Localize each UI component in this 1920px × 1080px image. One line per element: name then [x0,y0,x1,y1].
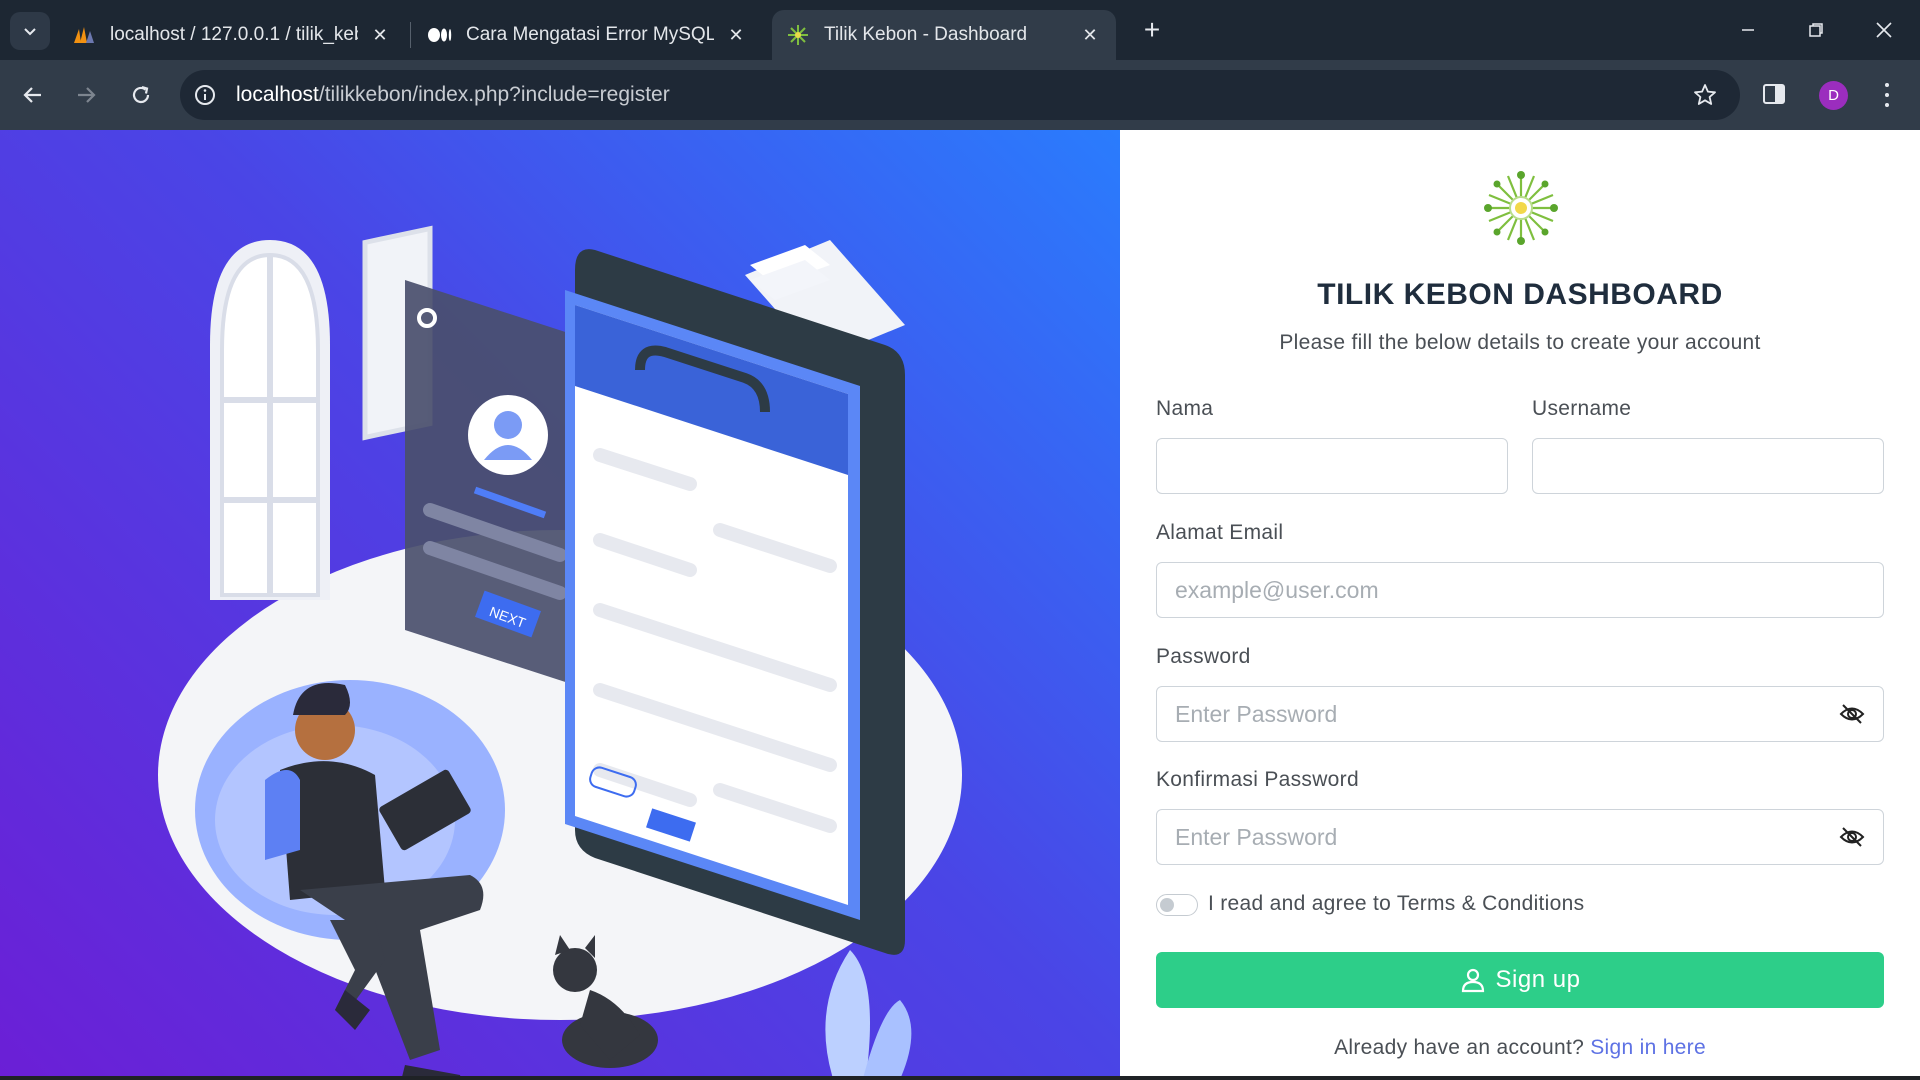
phpmyadmin-icon [72,23,96,47]
tab-phpmyadmin[interactable]: localhost / 127.0.0.1 / tilik_kebon ✕ [58,10,406,60]
close-icon[interactable]: ✕ [1078,23,1102,47]
hero-panel: NEXT FORM [0,130,1120,1076]
tab-title: localhost / 127.0.0.1 / tilik_kebon [110,24,358,45]
tab-title: Tilik Kebon - Dashboard [824,24,1028,45]
browser-menu-icon[interactable] [1874,80,1900,110]
username-label: Username [1532,397,1632,420]
signin-prompt-text: Already have an account? [1334,1036,1585,1059]
restore-icon [1809,23,1823,37]
arrow-left-icon [23,87,41,103]
confirm-password-label: Konfirmasi Password [1156,768,1359,791]
email-input[interactable] [1156,562,1884,618]
tab-search-button[interactable] [10,12,50,50]
nama-input[interactable] [1156,438,1508,494]
forward-button[interactable] [67,76,105,114]
page-title: TILIK KEBON DASHBOARD [1317,278,1723,311]
eye-slash-icon[interactable] [1839,701,1865,727]
terms-toggle[interactable] [1156,894,1198,916]
url-host: localhost [236,83,319,106]
reload-button[interactable] [122,76,160,114]
email-label: Alamat Email [1156,521,1284,544]
profile-avatar[interactable]: D [1819,81,1848,110]
reload-icon [132,85,150,104]
tab-medium-article[interactable]: Cara Mengatasi Error MySQL Sh ✕ [414,10,762,60]
confirm-password-input[interactable] [1156,809,1884,865]
tilik-kebon-logo [1484,171,1558,245]
browser-toolbar: localhost/tilikkebon/index.php?include=r… [0,60,1920,130]
login-card-illustration: NEXT [405,280,590,690]
close-icon[interactable]: ✕ [368,23,392,47]
password-input[interactable] [1156,686,1884,742]
bookmark-star-icon[interactable] [1692,82,1718,108]
chevron-down-icon [24,28,36,36]
register-illustration: NEXT FORM [158,225,962,1076]
tab-separator [410,22,411,48]
signup-button[interactable]: Sign up [1156,952,1884,1008]
signin-link[interactable]: Sign in here [1590,1036,1706,1059]
nama-label: Nama [1156,397,1214,420]
tilik-kebon-favicon-icon [786,23,810,47]
medium-icon [428,23,452,47]
arrow-right-icon [78,87,96,103]
tab-title: Cara Mengatasi Error MySQL Sh [466,24,714,45]
tab-tilik-kebon[interactable]: Tilik Kebon - Dashboard ✕ [772,10,1116,60]
eye-slash-icon[interactable] [1839,824,1865,850]
close-icon[interactable]: ✕ [724,23,748,47]
back-button[interactable] [14,76,52,114]
restore-button[interactable] [1796,12,1836,48]
url-text: localhost/tilikkebon/index.php?include=r… [236,83,670,107]
tablet-illustration: FORM [565,249,905,955]
close-icon [1876,22,1892,38]
terms-label[interactable]: I read and agree to Terms & Conditions [1208,892,1584,916]
signup-label: Sign up [1495,966,1581,993]
person-illustration [195,680,505,1076]
minimize-icon [1742,29,1754,31]
user-icon [1461,968,1484,993]
site-info-icon[interactable] [190,80,220,110]
address-bar[interactable]: localhost/tilikkebon/index.php?include=r… [180,70,1740,120]
toggle-knob [1160,898,1174,912]
close-window-button[interactable] [1864,12,1904,48]
page-viewport: NEXT FORM TILIK KEBON DASHBOARD Please f… [0,130,1920,1076]
window-illustration [210,240,330,600]
new-tab-button[interactable]: + [1136,14,1168,46]
signin-prompt: Already have an account? Sign in here [1120,1036,1920,1060]
password-label: Password [1156,645,1251,668]
register-form-panel: TILIK KEBON DASHBOARD Please fill the be… [1120,130,1920,1076]
page-subtitle: Please fill the below details to create … [1279,331,1761,354]
username-input[interactable] [1532,438,1884,494]
plant-illustration [825,950,912,1076]
side-panel-icon[interactable] [1762,82,1788,108]
tab-strip: localhost / 127.0.0.1 / tilik_kebon ✕ Ca… [0,0,1920,60]
url-path: /tilikkebon/index.php?include=register [318,83,670,106]
minimize-button[interactable] [1728,12,1768,48]
